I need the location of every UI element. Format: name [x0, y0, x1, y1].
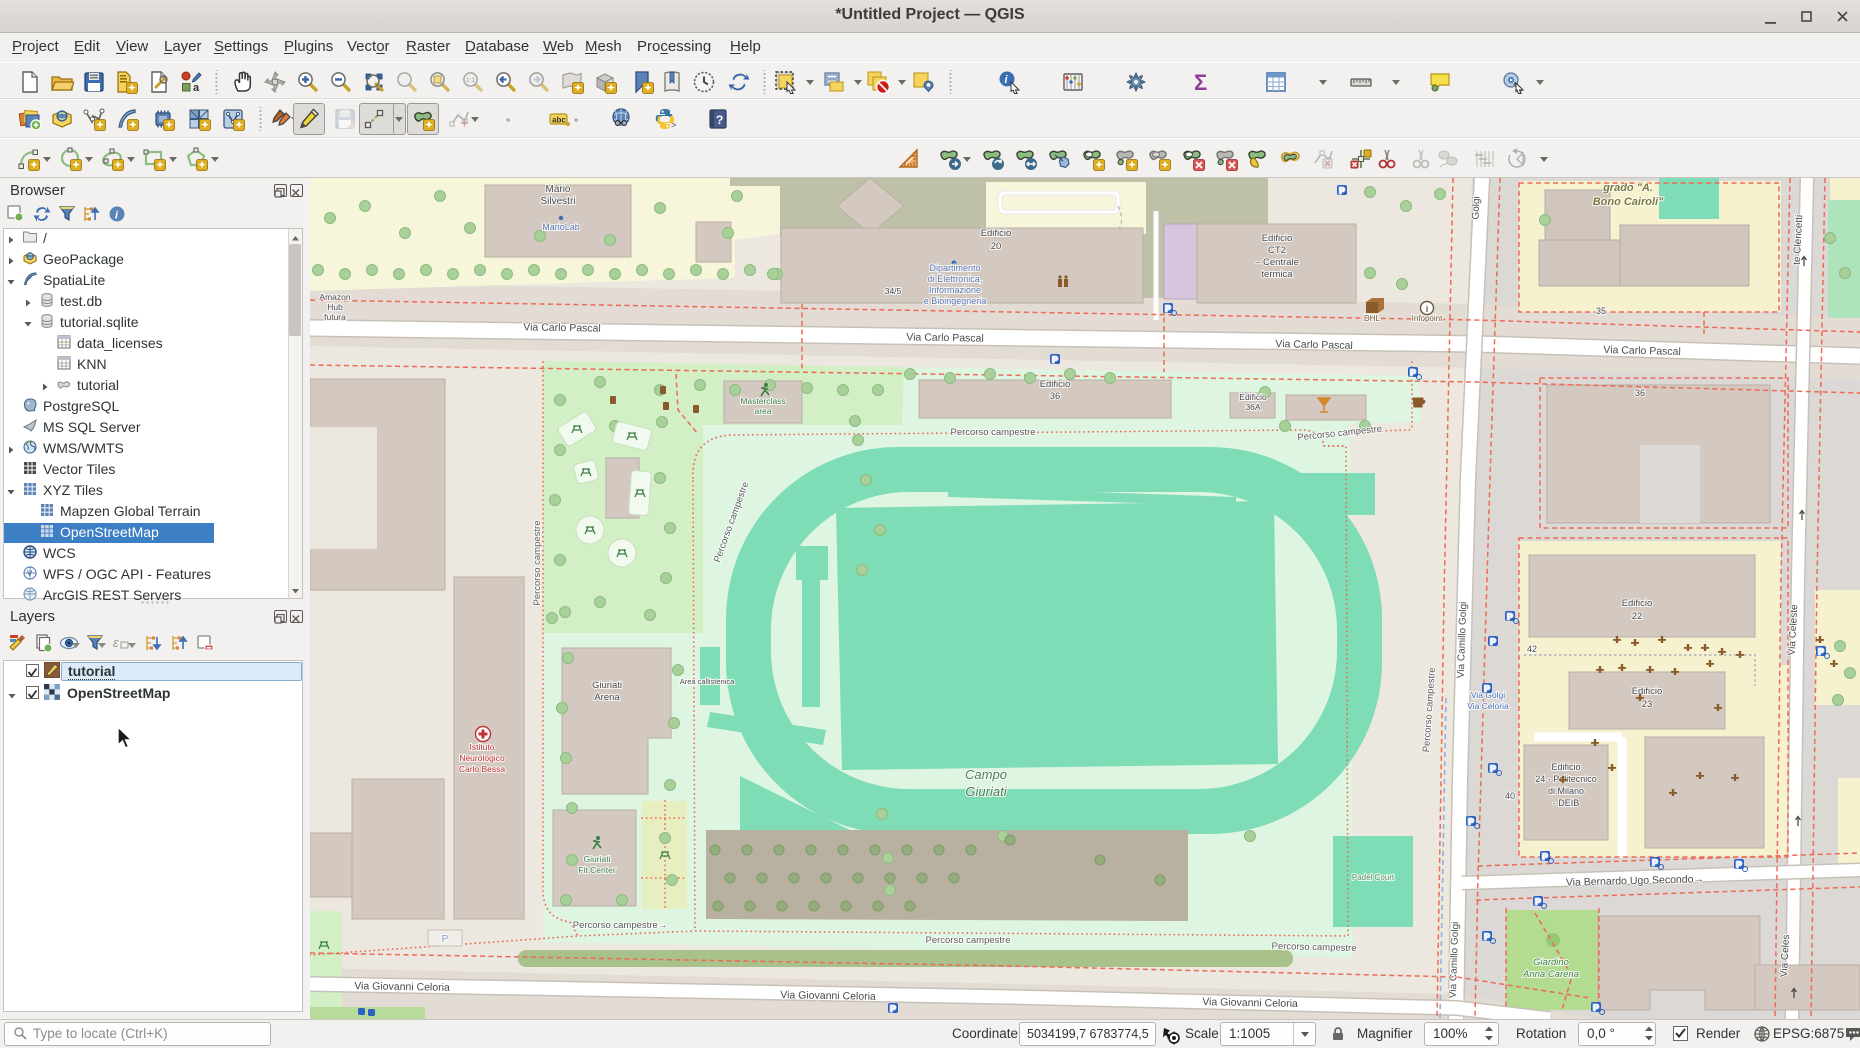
svg-text:P: P [1339, 186, 1345, 196]
svg-text:36: 36 [1050, 391, 1061, 402]
svg-text:Edificio: Edificio [1622, 598, 1653, 609]
svg-text:di Elettronica,: di Elettronica, [928, 274, 983, 284]
svg-text:Percorso campestre: Percorso campestre [1271, 941, 1356, 954]
svg-text:Dipartimento: Dipartimento [929, 263, 980, 273]
svg-text:Golgi: Golgi [1471, 196, 1483, 220]
svg-text:23: 23 [1642, 699, 1653, 710]
svg-text:e Bioingegneria: e Bioingegneria [924, 296, 987, 306]
svg-text:Campo: Campo [965, 767, 1007, 782]
svg-text:P: P [1736, 860, 1742, 870]
svg-text:?: ? [716, 113, 723, 127]
svg-text:Via Carlo Pascal: Via Carlo Pascal [1275, 338, 1353, 352]
svg-text:P: P [1410, 368, 1416, 378]
svg-text:40: 40 [1505, 791, 1515, 801]
svg-text:P: P [1484, 684, 1490, 694]
svg-text:P: P [1490, 764, 1496, 774]
svg-text:Edificio: Edificio [1632, 686, 1663, 697]
svg-text:di Milano: di Milano [1548, 786, 1584, 796]
svg-text:P: P [1593, 1003, 1599, 1013]
svg-text:P: P [1052, 355, 1058, 365]
svg-text:Giuriati: Giuriati [592, 680, 622, 691]
svg-text:>: > [671, 120, 676, 130]
svg-text:Anna Carena: Anna Carena [1522, 969, 1579, 980]
svg-text:P: P [1535, 897, 1541, 907]
svg-text:termica: termica [1261, 269, 1293, 280]
svg-text:34/5: 34/5 [885, 286, 902, 296]
svg-text:»: » [574, 115, 578, 124]
svg-text:P: P [1652, 858, 1658, 868]
svg-text:Neurologico: Neurologico [459, 753, 505, 763]
svg-text:Carlo Bessa: Carlo Bessa [459, 764, 506, 774]
svg-text:Padel Court: Padel Court [1352, 873, 1395, 882]
svg-text:a: a [193, 82, 200, 94]
svg-text:35: 35 [1596, 306, 1606, 316]
svg-text:Via Carlo Pascal: Via Carlo Pascal [1603, 344, 1681, 358]
svg-text:futura: futura [324, 312, 346, 322]
svg-text:Via Celoria: Via Celoria [1467, 701, 1509, 711]
svg-text:DHL: DHL [1364, 314, 1381, 323]
svg-text:P: P [1468, 817, 1474, 827]
svg-text:abc: abc [552, 116, 566, 125]
svg-text:36: 36 [1635, 388, 1645, 398]
svg-text:Bono Cairoli": Bono Cairoli" [1593, 196, 1664, 208]
svg-text:ε: ε [113, 635, 119, 650]
svg-text:P: P [1818, 647, 1824, 657]
svg-text:22: 22 [1632, 611, 1643, 622]
svg-text:Giuriati: Giuriati [965, 784, 1007, 799]
svg-text:Masterclass: Masterclass [740, 396, 785, 406]
svg-text:Edificio: Edificio [1262, 233, 1293, 244]
svg-text:Informazione: Informazione [929, 285, 981, 295]
svg-text:P: P [442, 934, 449, 945]
svg-text:Via Giovanni Celoria: Via Giovanni Celoria [1202, 996, 1298, 1010]
svg-text:– Centrale: – Centrale [1255, 257, 1299, 268]
svg-text:Giardino: Giardino [1533, 957, 1569, 968]
svg-text:Edificio: Edificio [1551, 762, 1580, 772]
svg-text:Percorso campestre→: Percorso campestre→ [573, 920, 668, 931]
svg-text:36A: 36A [1245, 402, 1260, 412]
svg-text:P: P [1165, 304, 1171, 314]
svg-text:Istituto: Istituto [469, 742, 494, 752]
svg-text:i: i [1426, 304, 1429, 314]
svg-text:P: P [1484, 932, 1490, 942]
svg-text:CT2: CT2 [1268, 245, 1286, 256]
svg-text:Hub: Hub [327, 302, 343, 312]
svg-text:Giuriati: Giuriati [584, 854, 611, 864]
svg-text:Area callistenica: Area callistenica [680, 677, 735, 686]
svg-text:»: » [506, 115, 510, 124]
svg-text:P: P [890, 1004, 896, 1014]
svg-text:Fit Center: Fit Center [578, 865, 615, 875]
svg-text:Via Carlo Pascal: Via Carlo Pascal [906, 331, 984, 344]
svg-text:V: V [27, 569, 33, 578]
svg-text:42: 42 [1527, 644, 1537, 654]
svg-text:Infopoint: Infopoint [1412, 314, 1443, 323]
svg-text:area: area [754, 406, 771, 416]
svg-text:Amazon: Amazon [319, 292, 350, 302]
svg-text:- DEIB: - DEIB [1553, 798, 1580, 808]
svg-text:Percorso campestre: Percorso campestre [950, 427, 1035, 438]
svg-text:20: 20 [991, 241, 1002, 252]
svg-text:Mario: Mario [545, 184, 570, 195]
svg-text:Percorso campestre: Percorso campestre [532, 520, 543, 605]
svg-text:Percorso campestre: Percorso campestre [925, 935, 1010, 946]
svg-text:P: P [1507, 612, 1513, 622]
svg-text:Via Celes: Via Celes [1779, 934, 1792, 977]
svg-text:1:1: 1:1 [466, 77, 475, 84]
svg-text:Σ: Σ [1194, 70, 1207, 94]
svg-text:Arena: Arena [594, 692, 620, 703]
svg-text:grado "A.: grado "A. [1602, 182, 1653, 194]
svg-text:Edificio: Edificio [1040, 379, 1071, 390]
svg-text:P: P [1542, 852, 1548, 862]
svg-text:Via Carlo Pascal: Via Carlo Pascal [523, 321, 601, 334]
svg-text:MarioLab: MarioLab [542, 222, 580, 232]
svg-text:Silvestri: Silvestri [540, 196, 575, 207]
svg-text:P: P [1490, 637, 1496, 647]
svg-text:Edificio: Edificio [1239, 392, 1267, 402]
svg-text:Via Giovanni Celoria: Via Giovanni Celoria [780, 989, 876, 1003]
svg-text:Via Giovanni Celoria: Via Giovanni Celoria [354, 980, 450, 994]
svg-text:Edificio: Edificio [981, 228, 1012, 239]
